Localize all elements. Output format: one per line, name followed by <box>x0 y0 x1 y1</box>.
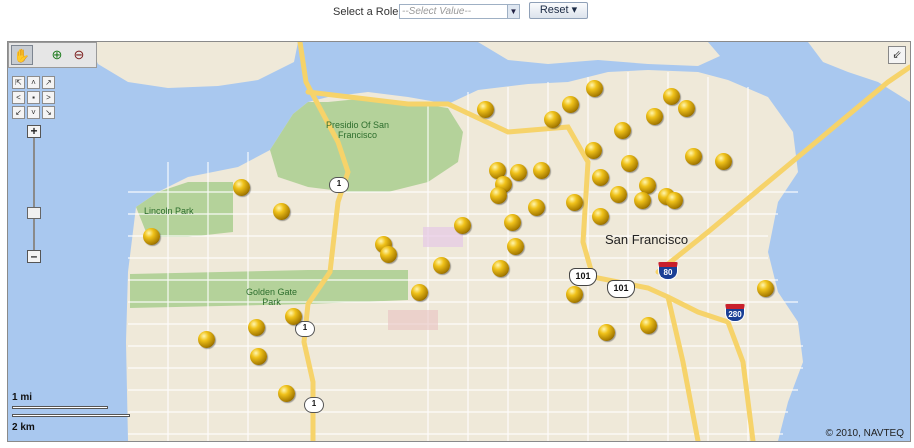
location-marker[interactable] <box>640 317 657 334</box>
location-marker[interactable] <box>715 153 732 170</box>
map-viewport[interactable]: Presidio Of San Francisco Lincoln Park G… <box>7 41 911 442</box>
location-marker[interactable] <box>528 199 545 216</box>
location-marker[interactable] <box>678 100 695 117</box>
scale-miles-bar <box>12 406 108 409</box>
zoom-out-icon[interactable]: ⊖ <box>68 45 90 65</box>
location-marker[interactable] <box>566 194 583 211</box>
copyright: © 2010, NAVTEQ <box>825 428 904 439</box>
hand-icon[interactable]: ✋ <box>11 45 33 65</box>
location-marker[interactable] <box>646 108 663 125</box>
scale-km-bar <box>12 414 130 417</box>
pan-north-icon[interactable]: ˄ <box>27 76 40 89</box>
location-marker[interactable] <box>198 331 215 348</box>
location-marker[interactable] <box>663 88 680 105</box>
scale-bar: 1 mi 2 km <box>12 392 142 436</box>
expand-icon[interactable]: ⇙ <box>888 46 906 64</box>
pan-control: ⇱ ˄ ↗ ˂ ▪ ˃ ↙ ˅ ↘ <box>12 76 56 120</box>
location-marker[interactable] <box>250 348 267 365</box>
role-label: Select a Role <box>333 6 399 18</box>
chevron-down-icon[interactable]: ▼ <box>507 5 519 18</box>
pan-east-icon[interactable]: ˃ <box>42 91 55 104</box>
location-marker[interactable] <box>566 286 583 303</box>
location-marker[interactable] <box>621 155 638 172</box>
location-marker[interactable] <box>433 257 450 274</box>
ca1-shield: 1 <box>304 397 324 413</box>
zoom-minus-button[interactable]: – <box>27 250 41 263</box>
location-marker[interactable] <box>634 192 651 209</box>
ca1-shield: 1 <box>329 177 349 193</box>
location-marker[interactable] <box>533 162 550 179</box>
zoom-slider[interactable]: + – <box>27 125 41 265</box>
location-marker[interactable] <box>477 101 494 118</box>
map-toolbar: ✋ ⊕ ⊖ <box>8 42 97 68</box>
reset-button[interactable]: Reset ▾ <box>529 2 588 19</box>
zoom-track[interactable] <box>33 135 35 257</box>
pan-west-icon[interactable]: ˂ <box>12 91 25 104</box>
presidio-label: Presidio Of San Francisco <box>326 120 390 140</box>
zoom-in-icon[interactable]: ⊕ <box>46 45 68 65</box>
location-marker[interactable] <box>411 284 428 301</box>
location-marker[interactable] <box>504 214 521 231</box>
golden-gate-park-label: Golden Gate Park <box>246 287 298 307</box>
zoom-plus-button[interactable]: + <box>27 125 41 138</box>
zoom-thumb[interactable] <box>27 207 41 219</box>
location-marker[interactable] <box>586 80 603 97</box>
location-marker[interactable] <box>233 179 250 196</box>
location-marker[interactable] <box>562 96 579 113</box>
caret-down-icon: ▾ <box>571 4 578 16</box>
location-marker[interactable] <box>685 148 702 165</box>
location-marker[interactable] <box>666 192 683 209</box>
location-marker[interactable] <box>610 186 627 203</box>
i80-shield: 80 <box>658 262 678 280</box>
reset-button-label: Reset <box>539 4 569 16</box>
lincoln-park-label: Lincoln Park <box>144 206 194 216</box>
location-marker[interactable] <box>614 122 631 139</box>
us101-shield: 101 <box>569 268 597 286</box>
pan-center-icon[interactable]: ▪ <box>27 91 40 104</box>
role-select-value: --Select Value-- <box>402 6 472 17</box>
location-marker[interactable] <box>454 217 471 234</box>
scale-km: 2 km <box>12 422 35 433</box>
location-marker[interactable] <box>285 308 302 325</box>
location-marker[interactable] <box>143 228 160 245</box>
us101-shield: 101 <box>607 280 635 298</box>
location-marker[interactable] <box>598 324 615 341</box>
presidio-park <box>270 98 463 192</box>
land <box>126 70 803 441</box>
pan-northwest-icon[interactable]: ⇱ <box>12 76 25 89</box>
location-marker[interactable] <box>592 208 609 225</box>
location-marker[interactable] <box>492 260 509 277</box>
location-marker[interactable] <box>278 385 295 402</box>
city-label: San Francisco <box>605 232 689 247</box>
pan-southwest-icon[interactable]: ↙ <box>12 106 25 119</box>
location-marker[interactable] <box>490 187 507 204</box>
scale-miles: 1 mi <box>12 392 33 403</box>
role-select[interactable]: --Select Value-- ▼ <box>399 4 520 19</box>
filter-bar: Select a Role --Select Value-- ▼ Reset ▾ <box>0 0 914 40</box>
location-marker[interactable] <box>510 164 527 181</box>
pan-south-icon[interactable]: ˅ <box>27 106 40 119</box>
location-marker[interactable] <box>585 142 602 159</box>
location-marker[interactable] <box>507 238 524 255</box>
location-marker[interactable] <box>248 319 265 336</box>
location-marker[interactable] <box>380 246 397 263</box>
pan-northeast-icon[interactable]: ↗ <box>42 76 55 89</box>
location-marker[interactable] <box>273 203 290 220</box>
location-marker[interactable] <box>757 280 774 297</box>
map-base <box>88 42 910 441</box>
location-marker[interactable] <box>592 169 609 186</box>
pan-southeast-icon[interactable]: ↘ <box>42 106 55 119</box>
location-marker[interactable] <box>544 111 561 128</box>
i280-shield: 280 <box>725 304 745 322</box>
